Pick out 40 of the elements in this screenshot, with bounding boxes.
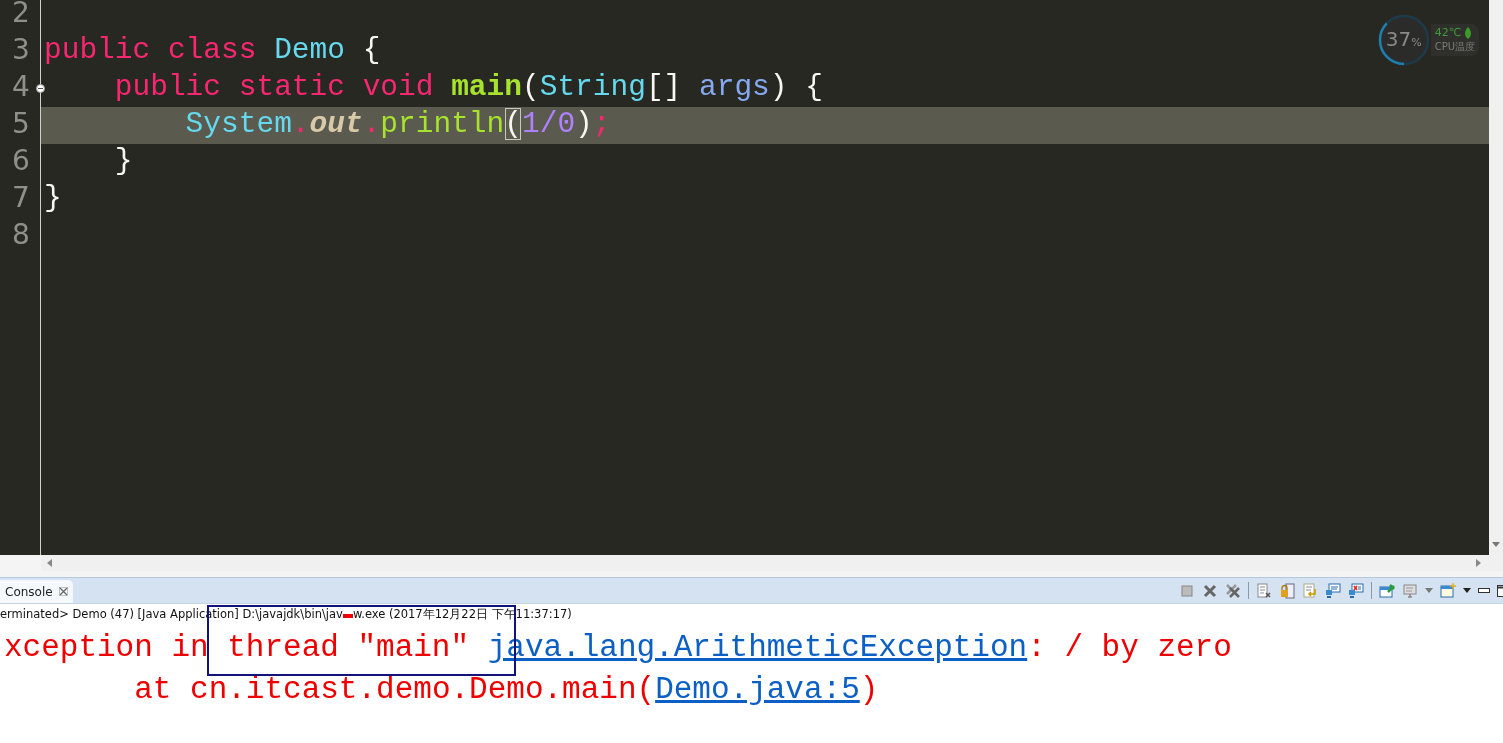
code-line: } (44, 181, 62, 217)
caret-icon[interactable] (1463, 588, 1471, 593)
code-line: public static void main(String[] args) { (113, 70, 823, 106)
scroll-left-icon[interactable] (47, 559, 52, 567)
minimize-icon[interactable] (1478, 587, 1490, 594)
line-number: 6 (12, 144, 30, 177)
percent-sign: % (1411, 36, 1422, 49)
collapse-icon[interactable] (36, 84, 45, 93)
error-monitor-icon[interactable] (1348, 582, 1364, 599)
word-wrap-icon[interactable] (1302, 582, 1318, 599)
leaf-icon (1464, 26, 1472, 39)
lock-icon[interactable] (1279, 582, 1295, 599)
horizontal-scrollbar[interactable] (41, 555, 1503, 571)
temperature: 42℃ (1434, 26, 1461, 39)
code-line: } (113, 144, 133, 180)
line-number: 5 (12, 107, 30, 140)
console-tab[interactable]: Console (0, 580, 73, 603)
process-status: w.exe (2017年12月22日 下午11:37:17) (352, 606, 572, 622)
new-window-icon[interactable] (1440, 582, 1456, 599)
console-line: at cn.itcast.demo.Demo.main(Demo.java:5) (133, 671, 880, 709)
cpu-percent: 37 (1385, 27, 1412, 51)
clear-console-icon[interactable] (1256, 582, 1272, 599)
line-number: 7 (12, 181, 30, 214)
scroll-right-icon[interactable] (1476, 559, 1481, 567)
link[interactable]: Demo.java:5 (655, 672, 860, 707)
line-number: 4 (12, 70, 30, 103)
remove-all-icon[interactable] (1225, 582, 1241, 599)
code-line: public class Demo { (44, 33, 381, 69)
remove-icon[interactable] (1202, 582, 1218, 599)
monitor-icon[interactable] (1325, 582, 1341, 599)
pin-window-icon[interactable] (1379, 582, 1395, 599)
line-number: 3 (12, 33, 30, 66)
line-number: 2 (12, 0, 30, 29)
scroll-down-icon[interactable] (1492, 542, 1500, 547)
display-icon[interactable] (1402, 582, 1418, 599)
line-number: 8 (12, 218, 30, 251)
code-line: System.out.println(1/0); (184, 107, 611, 143)
close-icon[interactable] (58, 587, 68, 596)
temperature-label: CPU温度 (1434, 40, 1475, 54)
vertical-scrollbar[interactable] (1489, 0, 1503, 555)
